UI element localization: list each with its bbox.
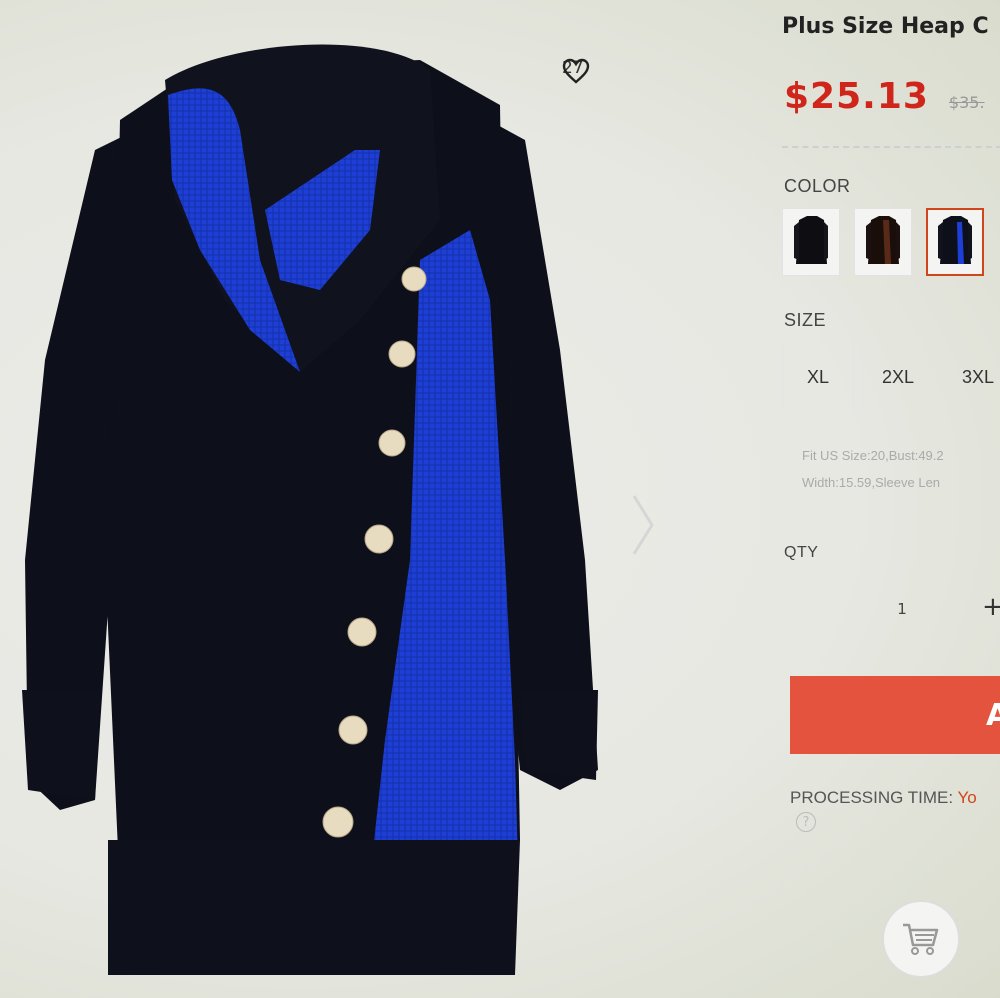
divider: [782, 146, 1000, 148]
color-swatches: [782, 208, 984, 276]
product-image[interactable]: 27: [0, 0, 700, 998]
garment-thumbnail: [938, 216, 972, 264]
size-option-2xl[interactable]: 2XL: [862, 344, 934, 410]
fit-info-line: Width:15.59,Sleeve Len: [802, 475, 941, 490]
current-price: $25.13: [784, 76, 929, 117]
question-circle-icon[interactable]: ?: [796, 812, 816, 832]
color-swatch-brown[interactable]: [854, 208, 912, 276]
original-price: $35.: [948, 93, 985, 112]
garment-thumbnail: [866, 216, 900, 264]
fit-info-line: Fit US Size:20,Bust:49.2: [802, 448, 944, 463]
size-option-xl[interactable]: XL: [782, 344, 854, 410]
size-label: SIZE: [784, 310, 827, 330]
processing-value: Yo: [957, 788, 977, 807]
garment-thumbnail: [794, 216, 828, 264]
color-swatch-black[interactable]: [782, 208, 840, 276]
size-option-3xl[interactable]: 3XL: [942, 344, 1000, 410]
processing-label: PROCESSING TIME:: [790, 788, 954, 807]
add-to-cart-button[interactable]: A: [790, 676, 1000, 754]
price-row: $25.13 $35.: [784, 76, 985, 117]
heart-outline-icon: [562, 58, 590, 84]
product-title: Plus Size Heap C: [782, 14, 989, 39]
processing-time: PROCESSING TIME: Yo: [790, 788, 977, 808]
qty-label: QTY: [784, 544, 819, 561]
wishlist-button[interactable]: 27: [562, 58, 590, 84]
shopping-cart-icon: [903, 923, 939, 955]
chevron-right-icon: [632, 495, 654, 555]
next-image-button[interactable]: [628, 490, 658, 560]
fit-info: Fit US Size:20,Bust:49.2 Width:15.59,Sle…: [802, 442, 944, 496]
cart-button[interactable]: [882, 900, 960, 978]
garment-illustration: [22, 44, 598, 975]
help-glyph: ?: [802, 814, 810, 830]
size-options: XL 2XL 3XL: [782, 344, 1000, 410]
add-to-cart-label: A: [986, 697, 1000, 733]
product-info-panel: Plus Size Heap C $25.13 $35. COLOR SIZE …: [782, 0, 1000, 998]
quantity-stepper: 1 +: [782, 576, 1000, 646]
quantity-input[interactable]: 1: [882, 600, 922, 618]
product-page: 27 Plus Size Heap C $25.13 $35. COLOR SI…: [0, 0, 1000, 998]
color-swatch-blue[interactable]: [926, 208, 984, 276]
quantity-plus-button[interactable]: +: [982, 592, 1000, 622]
color-label: COLOR: [784, 176, 851, 196]
